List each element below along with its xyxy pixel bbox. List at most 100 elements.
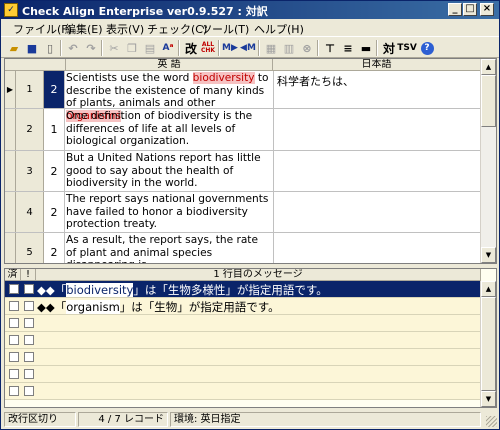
open-folder-icon[interactable]: ▰ [6, 40, 22, 56]
japanese-cell[interactable] [273, 109, 481, 150]
copy-icon[interactable]: ❐ [124, 40, 140, 56]
toolbar: ▰ ■ ▯ ↶ ↷ ✂ ❐ ▤ Aᵃ 改 ALL CHK M▶ ◀M ▦ ▥ ⊗ … [1, 36, 499, 58]
done-checkbox[interactable] [9, 301, 19, 311]
scroll-thumb[interactable] [481, 297, 496, 391]
flag-checkbox[interactable] [24, 386, 34, 396]
check-kanji-icon[interactable]: 改 [183, 40, 199, 56]
grid-row[interactable]: 3 2 But a United Nations report has litt… [5, 151, 481, 192]
english-column-header[interactable]: 英 語 [66, 59, 273, 71]
check-all-icon[interactable]: ALL CHK [200, 40, 216, 56]
previous-message-icon[interactable]: ◀M [240, 40, 256, 56]
japanese-cell[interactable] [273, 233, 481, 263]
save-icon[interactable]: ■ [24, 40, 40, 56]
segment-count[interactable]: 2 [44, 192, 65, 232]
menu-file[interactable]: ファイル(F) [13, 21, 72, 37]
segment-count[interactable]: 2 [44, 151, 65, 191]
align-icon[interactable]: ≡ [340, 40, 356, 56]
english-cell[interactable]: The report says national governments hav… [66, 193, 271, 231]
scroll-thumb[interactable] [481, 75, 496, 127]
grid-row[interactable]: 5 2 As a result, the report says, the ra… [5, 233, 481, 263]
japanese-cell[interactable]: 科学者たちは、 [273, 71, 481, 108]
status-delimiter: 改行区切り [4, 412, 76, 427]
english-cell[interactable]: But a United Nations report has little g… [66, 152, 271, 190]
done-checkbox[interactable] [9, 318, 19, 328]
row-indicator [5, 151, 16, 191]
done-checkbox[interactable] [9, 284, 19, 294]
scroll-down-icon[interactable]: ▼ [481, 391, 496, 407]
flag-checkbox[interactable] [24, 318, 34, 328]
help-icon[interactable]: ? [419, 40, 435, 56]
message-row-empty[interactable] [5, 366, 481, 383]
row-number: 4 [16, 192, 44, 232]
font-icon[interactable]: Aᵃ [160, 40, 176, 56]
grid-row[interactable]: 4 2 The report says national governments… [5, 192, 481, 233]
done-checkbox[interactable] [9, 352, 19, 362]
flag-column-header[interactable]: ! [21, 269, 36, 281]
row-indicator [5, 192, 16, 232]
done-checkbox[interactable] [9, 386, 19, 396]
scroll-up-icon[interactable]: ▲ [481, 59, 496, 75]
new-document-icon[interactable]: ▯ [42, 40, 58, 56]
message-scrollbar[interactable]: ▲ ▼ [480, 281, 496, 407]
resize-grip-icon[interactable] [486, 416, 497, 427]
flag-checkbox[interactable] [24, 284, 34, 294]
menu-edit[interactable]: 編集(E) [65, 21, 103, 37]
app-icon[interactable]: ✓ [4, 3, 18, 17]
toolbar-separator [218, 40, 220, 56]
tsv-icon[interactable]: TSV [397, 40, 417, 56]
done-checkbox[interactable] [9, 335, 19, 345]
message-row[interactable]: ◆◆「organism」は「生物」が指定用語です。 [5, 298, 481, 315]
parallel-text-icon[interactable]: 対 [381, 40, 397, 56]
japanese-column-header[interactable]: 日本語 [273, 59, 481, 71]
alignment-grid: 英 語 日本語 ▶ 1 2 Scientists use the word bi… [4, 58, 497, 264]
message-row-empty[interactable] [5, 315, 481, 332]
message-row-empty[interactable] [5, 349, 481, 366]
maximize-button[interactable]: □ [463, 3, 477, 16]
message-text: ◆◆「biodiversity」は「生物多様性」が指定用語です。 [37, 283, 328, 297]
grid-scrollbar[interactable]: ▲ ▼ [480, 59, 496, 263]
done-checkbox[interactable] [9, 369, 19, 379]
row-number: 3 [16, 151, 44, 191]
english-cell[interactable]: One definition of biodiversity is the di… [66, 110, 271, 148]
row-number: 2 [16, 109, 44, 150]
message-row[interactable]: ◆◆「biodiversity」は「生物多様性」が指定用語です。 [5, 281, 481, 298]
split-icon[interactable]: ⊤ [322, 40, 338, 56]
flag-checkbox[interactable] [24, 301, 34, 311]
menu-bar: ファイル(F) 編集(E) 表示(V) チェック(C) ツール(T) ヘルプ(H… [1, 19, 499, 36]
grid-row[interactable]: 2 1 One definition of biodiversity is th… [5, 109, 481, 151]
redo-icon[interactable]: ↷ [83, 40, 99, 56]
toolbar-separator [317, 40, 319, 56]
segment-count[interactable]: 1 [44, 109, 65, 150]
delete-row-icon[interactable]: ⊗ [299, 40, 315, 56]
english-cell[interactable]: As a result, the report says, the rate o… [66, 234, 271, 263]
done-column-header[interactable]: 済 [5, 269, 21, 281]
message-row-empty[interactable] [5, 383, 481, 400]
paste-icon[interactable]: ▤ [142, 40, 158, 56]
minimize-button[interactable]: _ [448, 3, 462, 16]
message-text: ◆◆「organism」は「生物」が指定用語です。 [37, 300, 280, 314]
flag-checkbox[interactable] [24, 352, 34, 362]
cut-icon[interactable]: ✂ [106, 40, 122, 56]
message-column-header[interactable]: 1 行目のメッセージ [36, 269, 481, 281]
grid-corner-header [5, 59, 66, 71]
japanese-cell[interactable] [273, 151, 481, 191]
scroll-up-icon[interactable]: ▲ [481, 281, 496, 297]
menu-tools[interactable]: ツール(T) [201, 21, 249, 37]
menu-help[interactable]: ヘルプ(H) [254, 21, 304, 37]
segment-count[interactable]: 2 [44, 233, 65, 263]
merge-icon[interactable]: ▦ [263, 40, 279, 56]
menu-view[interactable]: 表示(V) [106, 21, 144, 37]
japanese-cell[interactable] [273, 192, 481, 232]
next-message-icon[interactable]: M▶ [222, 40, 238, 56]
flag-checkbox[interactable] [24, 335, 34, 345]
message-row-empty[interactable] [5, 332, 481, 349]
grid-row[interactable]: ▶ 1 2 Scientists use the word biodiversi… [5, 71, 481, 122]
flag-checkbox[interactable] [24, 369, 34, 379]
menu-check[interactable]: チェック(C) [147, 21, 207, 37]
scroll-down-icon[interactable]: ▼ [481, 247, 496, 263]
insert-icon[interactable]: ▥ [281, 40, 297, 56]
undo-icon[interactable]: ↶ [65, 40, 81, 56]
line-icon[interactable]: ▬ [358, 40, 374, 56]
close-button[interactable]: × [480, 3, 494, 16]
segment-count[interactable]: 2 [44, 71, 65, 108]
